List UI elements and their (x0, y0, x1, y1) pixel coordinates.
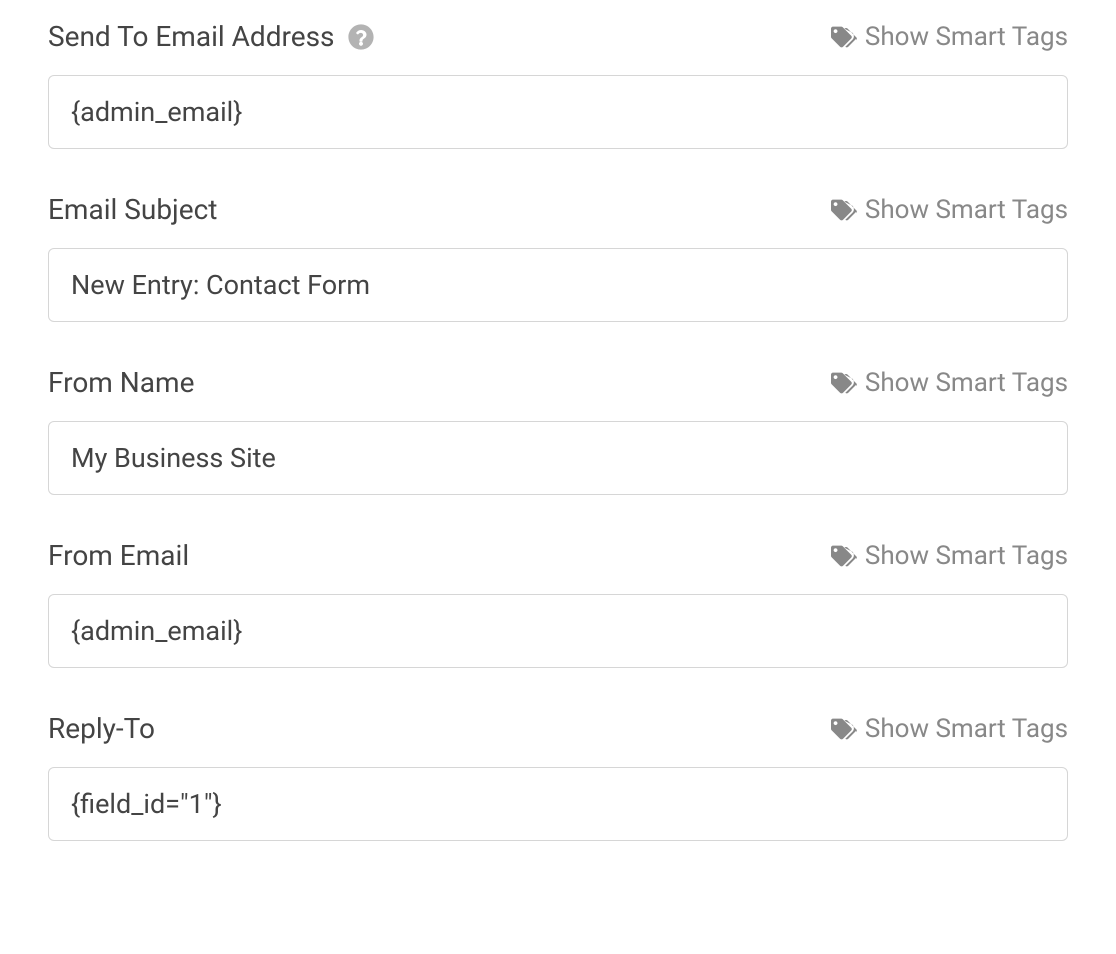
smart-tags-label: Show Smart Tags (865, 22, 1068, 52)
show-smart-tags-link[interactable]: Show Smart Tags (831, 541, 1068, 571)
field-group-from-email: From Email Show Smart Tags (48, 539, 1068, 668)
field-group-email-subject: Email Subject Show Smart Tags (48, 193, 1068, 322)
field-label-reply-to: Reply-To (48, 712, 155, 745)
show-smart-tags-link[interactable]: Show Smart Tags (831, 195, 1068, 225)
smart-tags-label: Show Smart Tags (865, 714, 1068, 744)
email-subject-input[interactable] (48, 248, 1068, 322)
show-smart-tags-link[interactable]: Show Smart Tags (831, 714, 1068, 744)
field-header: From Name Show Smart Tags (48, 366, 1068, 399)
reply-to-input[interactable] (48, 767, 1068, 841)
label-text: From Email (48, 539, 189, 572)
tag-icon (831, 716, 857, 742)
tag-icon (831, 543, 857, 569)
label-text: From Name (48, 366, 194, 399)
show-smart-tags-link[interactable]: Show Smart Tags (831, 22, 1068, 52)
smart-tags-label: Show Smart Tags (865, 368, 1068, 398)
field-label-from-email: From Email (48, 539, 189, 572)
field-group-from-name: From Name Show Smart Tags (48, 366, 1068, 495)
from-email-input[interactable] (48, 594, 1068, 668)
smart-tags-label: Show Smart Tags (865, 195, 1068, 225)
field-label-send-to: Send To Email Address (48, 20, 374, 53)
field-group-send-to: Send To Email Address Show Smart Tags (48, 20, 1068, 149)
field-label-email-subject: Email Subject (48, 193, 217, 226)
field-group-reply-to: Reply-To Show Smart Tags (48, 712, 1068, 841)
field-header: From Email Show Smart Tags (48, 539, 1068, 572)
label-text: Email Subject (48, 193, 217, 226)
tag-icon (831, 197, 857, 223)
label-text: Reply-To (48, 712, 155, 745)
tag-icon (831, 24, 857, 50)
field-header: Reply-To Show Smart Tags (48, 712, 1068, 745)
smart-tags-label: Show Smart Tags (865, 541, 1068, 571)
help-icon[interactable] (348, 24, 374, 50)
field-header: Email Subject Show Smart Tags (48, 193, 1068, 226)
tag-icon (831, 370, 857, 396)
send-to-input[interactable] (48, 75, 1068, 149)
field-header: Send To Email Address Show Smart Tags (48, 20, 1068, 53)
label-text: Send To Email Address (48, 20, 334, 53)
field-label-from-name: From Name (48, 366, 194, 399)
from-name-input[interactable] (48, 421, 1068, 495)
show-smart-tags-link[interactable]: Show Smart Tags (831, 368, 1068, 398)
